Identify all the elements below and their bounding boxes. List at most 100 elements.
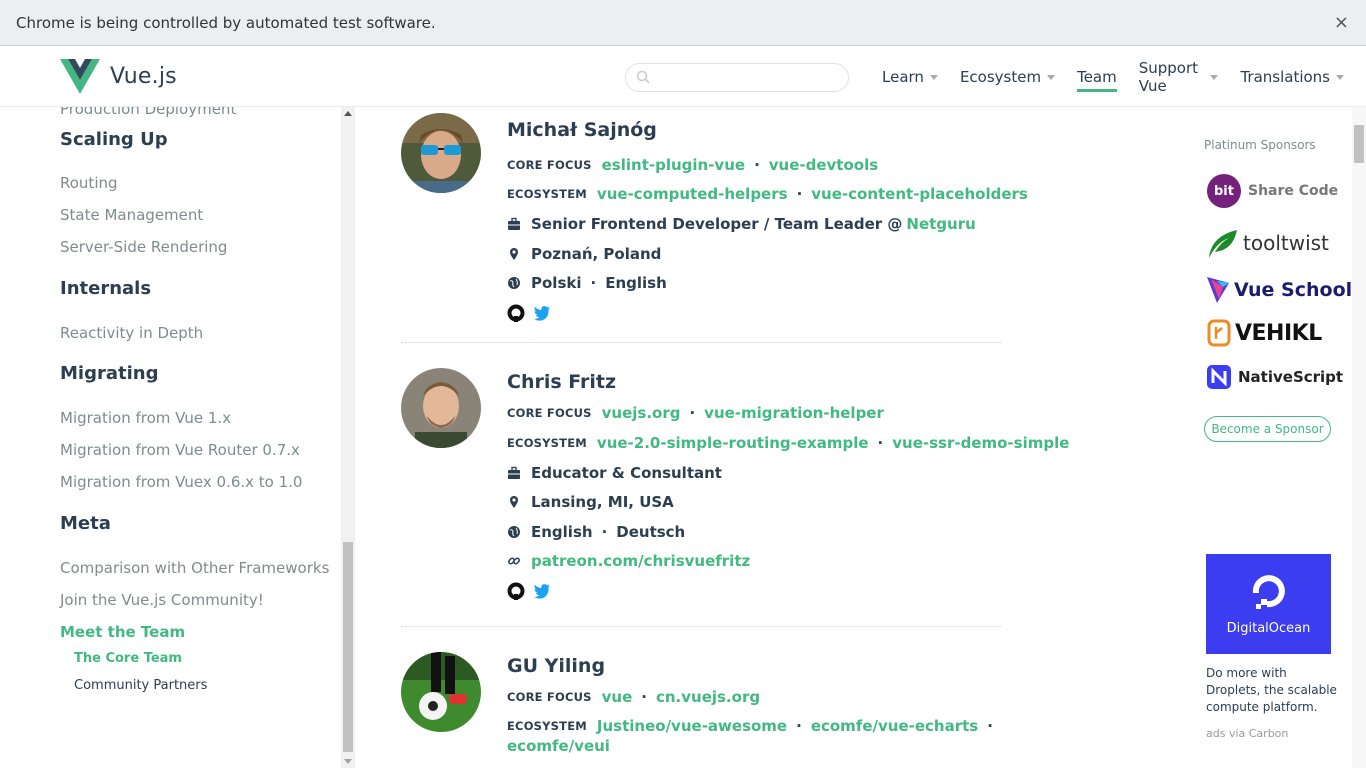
sidebar-heading-migrating: Migrating xyxy=(60,363,159,384)
repo-link[interactable]: cn.vuejs.org xyxy=(656,688,760,706)
github-icon[interactable] xyxy=(507,582,525,600)
twitter-icon[interactable] xyxy=(533,304,551,322)
nav-ecosystem[interactable]: Ecosystem xyxy=(959,46,1056,107)
sidebar-item-migration-vuex[interactable]: Migration from Vuex 0.6.x to 1.0 xyxy=(60,473,302,491)
repo-link[interactable]: ecomfe/vue-echarts xyxy=(811,717,978,735)
location-text: Lansing, MI, USA xyxy=(531,493,674,511)
repo-link[interactable]: vuejs.org xyxy=(602,404,681,422)
repo-link[interactable]: vue-content-placeholders xyxy=(811,185,1028,203)
sidebar-item-migration-router[interactable]: Migration from Vue Router 0.7.x xyxy=(60,441,300,459)
caret-down-icon xyxy=(1336,75,1344,80)
sidebar-item-meet-the-team[interactable]: Meet the Team xyxy=(60,623,185,641)
repo-link[interactable]: vue-2.0-simple-routing-example xyxy=(597,434,869,452)
nav-translations[interactable]: Translations xyxy=(1240,46,1344,107)
github-icon[interactable] xyxy=(507,304,525,322)
sidebar-subitem-community-partners[interactable]: Community Partners xyxy=(74,678,207,693)
ecosystem-label: ECOSYSTEM xyxy=(507,436,587,450)
nav-translations-label: Translations xyxy=(1240,67,1330,86)
repo-link[interactable]: Justineo/vue-awesome xyxy=(597,717,787,735)
sponsor-tooltwist[interactable]: tooltwist xyxy=(1207,226,1329,260)
page-scrollbar[interactable] xyxy=(1352,107,1366,768)
separator-dot: · xyxy=(590,274,597,292)
company-link[interactable]: Netguru xyxy=(906,215,975,233)
search-box[interactable] xyxy=(625,63,849,92)
sidebar-item-routing[interactable]: Routing xyxy=(60,174,118,192)
sponsor-nativescript[interactable]: NativeScript xyxy=(1207,365,1343,389)
nav-support-vue[interactable]: Support Vue xyxy=(1139,46,1219,107)
scroll-down-arrow-icon[interactable] xyxy=(344,759,352,764)
languages-row: English · Deutsch xyxy=(507,523,685,541)
team-list: Michał Sajnóg CORE FOCUS eslint-plugin-v… xyxy=(355,107,1195,768)
language: English xyxy=(605,274,667,292)
caret-down-icon xyxy=(1210,75,1219,80)
member-name: GU Yiling xyxy=(507,655,606,677)
sidebar-item-comparison[interactable]: Comparison with Other Frameworks xyxy=(60,559,329,577)
sidebar-subitem-core-team[interactable]: The Core Team xyxy=(74,651,182,666)
core-focus-row: CORE FOCUS eslint-plugin-vue · vue-devto… xyxy=(507,156,878,174)
repo-link[interactable]: vue xyxy=(602,688,633,706)
search-input[interactable] xyxy=(656,68,841,88)
separator-dot: · xyxy=(754,156,760,174)
nav-learn[interactable]: Learn xyxy=(882,46,938,107)
twitter-icon[interactable] xyxy=(533,582,551,600)
map-marker-icon xyxy=(510,496,518,508)
digitalocean-ad[interactable]: DigitalOcean xyxy=(1206,554,1331,654)
languages-row: Polski · English xyxy=(507,274,667,292)
sidebar-item-production-deployment[interactable]: Production Deployment xyxy=(60,107,236,118)
page-scroll-thumb[interactable] xyxy=(1354,125,1364,163)
core-focus-label: CORE FOCUS xyxy=(507,406,592,420)
language: Deutsch xyxy=(616,523,686,541)
sponsor-vehikl[interactable]: VEHIKL xyxy=(1207,319,1322,347)
repo-link[interactable]: vue-migration-helper xyxy=(704,404,884,422)
sidebar-item-ssr[interactable]: Server-Side Rendering xyxy=(60,238,227,256)
member-divider xyxy=(401,342,1001,343)
nav-support-label: Support Vue xyxy=(1138,58,1199,95)
sidebar-heading-scaling-up: Scaling Up xyxy=(60,129,168,150)
sidebar-scroll-thumb[interactable] xyxy=(343,542,353,752)
logo-text: Vue.js xyxy=(110,64,177,89)
close-icon[interactable]: × xyxy=(1334,12,1349,33)
sponsors-column: Platinum Sponsors bit Share Code tooltwi… xyxy=(1195,107,1352,768)
sponsor-name: Vue School xyxy=(1234,279,1353,301)
sponsor-name: Share Code xyxy=(1248,183,1339,199)
logo-link[interactable]: Vue.js xyxy=(60,59,177,94)
digitalocean-logo-icon xyxy=(1252,575,1285,609)
vue-logo-icon xyxy=(60,59,100,94)
sponsor-bit[interactable]: bit Share Code xyxy=(1207,174,1338,208)
sidebar: Production Deployment Scaling Up Routing… xyxy=(0,107,355,768)
repo-link[interactable]: vue-computed-helpers xyxy=(597,185,788,203)
member-divider xyxy=(401,626,1001,627)
repo-link[interactable]: vue-devtools xyxy=(769,156,878,174)
nativescript-logo-icon xyxy=(1207,365,1231,389)
sidebar-item-community[interactable]: Join the Vue.js Community! xyxy=(60,591,264,609)
globe-icon xyxy=(508,526,520,538)
nav-ecosystem-label: Ecosystem xyxy=(959,67,1042,86)
sponsor-name: VEHIKL xyxy=(1235,320,1322,346)
separator-dot: · xyxy=(689,404,696,422)
briefcase-icon xyxy=(508,217,520,230)
core-focus-row: CORE FOCUS vuejs.org · vue-migration-hel… xyxy=(507,404,884,422)
ecosystem-label: ECOSYSTEM xyxy=(507,187,587,201)
globe-icon xyxy=(508,277,520,289)
repo-link[interactable]: vue-ssr-demo-simple xyxy=(892,434,1069,452)
patreon-link[interactable]: patreon.com/chrisvuefritz xyxy=(531,552,750,570)
ad-text[interactable]: Do more with Droplets, the scalable comp… xyxy=(1206,665,1341,716)
sidebar-scrollbar[interactable] xyxy=(341,107,355,768)
ads-via-carbon[interactable]: ads via Carbon xyxy=(1206,727,1288,740)
sidebar-item-migration-vue1[interactable]: Migration from Vue 1.x xyxy=(60,409,231,427)
ecosystem-row-continued: ecomfe/veui xyxy=(507,737,610,755)
repo-link[interactable]: ecomfe/veui xyxy=(507,737,610,755)
sidebar-item-reactivity[interactable]: Reactivity in Depth xyxy=(60,324,203,342)
sidebar-heading-internals: Internals xyxy=(60,278,152,299)
scroll-up-arrow-icon[interactable] xyxy=(344,111,352,116)
separator-dot: · xyxy=(641,688,647,706)
nav-team[interactable]: Team xyxy=(1077,46,1117,107)
sponsor-vueschool[interactable]: Vue School xyxy=(1207,277,1352,303)
repo-link[interactable]: eslint-plugin-vue xyxy=(602,156,745,174)
sponsor-name: NativeScript xyxy=(1238,368,1344,386)
link-icon xyxy=(508,557,520,565)
vueschool-logo-icon xyxy=(1207,277,1229,303)
become-sponsor-button[interactable]: Become a Sponsor xyxy=(1204,416,1331,442)
sidebar-item-state-management[interactable]: State Management xyxy=(60,206,203,224)
ecosystem-row: ECOSYSTEM Justineo/vue-awesome · ecomfe/… xyxy=(507,717,1002,735)
